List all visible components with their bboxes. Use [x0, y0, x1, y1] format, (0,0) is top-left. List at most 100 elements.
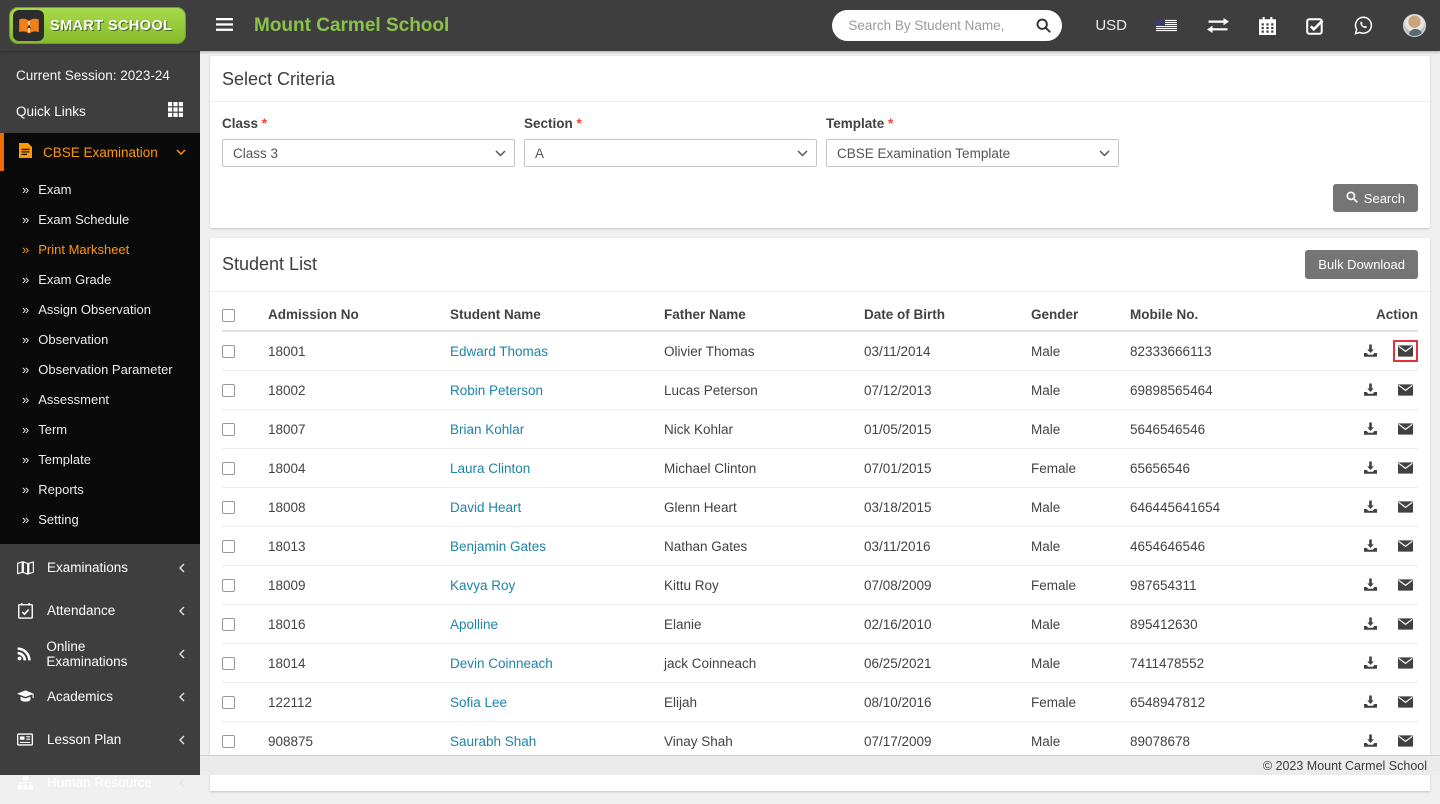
student-name-link[interactable]: Kavya Roy	[450, 578, 515, 593]
father-name-cell: jack Coinneach	[664, 644, 864, 683]
envelope-icon[interactable]	[1398, 579, 1413, 591]
row-checkbox[interactable]	[222, 540, 235, 553]
search-icon[interactable]	[1036, 18, 1051, 33]
row-checkbox[interactable]	[222, 618, 235, 631]
envelope-icon[interactable]	[1398, 462, 1413, 474]
modules-menu: Examinations Attendance Online Examina	[0, 544, 200, 804]
rss-icon	[16, 646, 33, 661]
col-admission-no: Admission No	[268, 299, 450, 331]
download-icon[interactable]	[1364, 422, 1377, 436]
envelope-icon[interactable]	[1398, 618, 1413, 630]
select-criteria-card: Select Criteria Class * Class 3	[210, 56, 1430, 228]
submenu-item-exam-grade[interactable]: » Exam Grade	[0, 264, 200, 294]
submenu-item-assessment[interactable]: » Assessment	[0, 384, 200, 414]
submenu-item-observation-parameter[interactable]: » Observation Parameter	[0, 354, 200, 384]
envelope-icon[interactable]	[1398, 540, 1413, 552]
submenu-item-label: Print Marksheet	[38, 242, 129, 257]
download-icon[interactable]	[1364, 734, 1377, 748]
download-icon[interactable]	[1364, 695, 1377, 709]
student-name-link[interactable]: Laura Clinton	[450, 461, 530, 476]
row-checkbox[interactable]	[222, 579, 235, 592]
student-name-link[interactable]: Robin Peterson	[450, 383, 543, 398]
download-icon[interactable]	[1364, 539, 1377, 553]
submenu-item-assign-observation[interactable]: » Assign Observation	[0, 294, 200, 324]
tasks-icon[interactable]	[1306, 17, 1324, 35]
quick-links[interactable]: Quick Links	[0, 83, 200, 133]
submenu-item-print-marksheet[interactable]: » Print Marksheet	[0, 234, 200, 264]
submenu-item-label: Assign Observation	[38, 302, 151, 317]
row-checkbox[interactable]	[222, 657, 235, 670]
row-checkbox[interactable]	[222, 501, 235, 514]
download-icon[interactable]	[1364, 461, 1377, 475]
row-checkbox[interactable]	[222, 735, 235, 748]
gender-cell: Male	[1031, 605, 1130, 644]
user-avatar[interactable]	[1403, 14, 1426, 37]
student-name-link[interactable]: Saurabh Shah	[450, 734, 536, 749]
submenu-item-template[interactable]: » Template	[0, 444, 200, 474]
student-name-link[interactable]: Brian Kohlar	[450, 422, 524, 437]
sidebar-module-attendance[interactable]: Attendance	[0, 589, 200, 632]
sidebar-module-examinations[interactable]: Examinations	[0, 546, 200, 589]
exchange-icon[interactable]	[1207, 18, 1229, 33]
submenu-item-setting[interactable]: » Setting	[0, 504, 200, 534]
table-row-18001: 18001 Edward Thomas Olivier Thomas 03/11…	[222, 331, 1418, 371]
download-icon[interactable]	[1364, 617, 1377, 631]
row-checkbox[interactable]	[222, 345, 235, 358]
double-angle-icon: »	[22, 483, 29, 496]
download-icon[interactable]	[1364, 344, 1377, 358]
chevron-left-icon	[179, 563, 185, 573]
select-all-checkbox[interactable]	[222, 309, 235, 322]
sidebar-module-lesson-plan[interactable]: Lesson Plan	[0, 718, 200, 761]
sidebar-item-cbse-examination[interactable]: CBSE Examination	[0, 133, 200, 171]
submenu-item-reports[interactable]: » Reports	[0, 474, 200, 504]
module-label: Academics	[47, 689, 113, 704]
language-flag-icon[interactable]	[1156, 19, 1177, 32]
download-icon[interactable]	[1364, 656, 1377, 670]
field-select-template[interactable]: CBSE Examination Template	[826, 139, 1119, 167]
submenu-item-term[interactable]: » Term	[0, 414, 200, 444]
submenu-item-label: Assessment	[38, 392, 109, 407]
student-name-link[interactable]: Devin Coinneach	[450, 656, 553, 671]
student-name-link[interactable]: Benjamin Gates	[450, 539, 546, 554]
submenu-item-exam[interactable]: » Exam	[0, 174, 200, 204]
envelope-highlight-box	[1393, 730, 1418, 752]
header-search[interactable]	[832, 10, 1062, 41]
bulk-download-button[interactable]: Bulk Download	[1305, 250, 1418, 279]
sidebar-module-academics[interactable]: Academics	[0, 675, 200, 718]
table-row-18016: 18016 Apolline Elanie 02/16/2010 Male 89…	[222, 605, 1418, 644]
envelope-icon[interactable]	[1398, 384, 1413, 396]
search-button[interactable]: Search	[1333, 184, 1418, 212]
download-icon[interactable]	[1364, 578, 1377, 592]
field-select-section[interactable]: A	[524, 139, 817, 167]
row-checkbox[interactable]	[222, 423, 235, 436]
student-name-link[interactable]: Sofia Lee	[450, 695, 507, 710]
submenu-item-exam-schedule[interactable]: » Exam Schedule	[0, 204, 200, 234]
field-select-class[interactable]: Class 3	[222, 139, 515, 167]
row-checkbox[interactable]	[222, 462, 235, 475]
envelope-icon[interactable]	[1398, 735, 1413, 747]
download-icon[interactable]	[1364, 500, 1377, 514]
student-name-link[interactable]: Apolline	[450, 617, 498, 632]
envelope-icon[interactable]	[1398, 501, 1413, 513]
row-checkbox[interactable]	[222, 696, 235, 709]
sidebar-module-human-resource[interactable]: Human Resource	[0, 761, 200, 804]
student-name-link[interactable]: Edward Thomas	[450, 344, 548, 359]
row-checkbox[interactable]	[222, 384, 235, 397]
father-name-cell: Olivier Thomas	[664, 331, 864, 371]
sitemap-icon	[16, 776, 34, 790]
logo[interactable]: SMART SCHOOL	[9, 7, 186, 44]
envelope-icon[interactable]	[1398, 345, 1413, 357]
required-asterisk: *	[577, 116, 582, 131]
currency-selector[interactable]: USD	[1095, 17, 1127, 34]
submenu-item-observation[interactable]: » Observation	[0, 324, 200, 354]
download-icon[interactable]	[1364, 383, 1377, 397]
envelope-icon[interactable]	[1398, 657, 1413, 669]
whatsapp-icon[interactable]	[1354, 16, 1373, 35]
envelope-icon[interactable]	[1398, 696, 1413, 708]
envelope-icon[interactable]	[1398, 423, 1413, 435]
search-input[interactable]	[846, 17, 1036, 34]
sidebar-module-online-examinations[interactable]: Online Examinations	[0, 632, 200, 675]
hamburger-menu-button[interactable]	[212, 14, 237, 38]
student-name-link[interactable]: David Heart	[450, 500, 521, 515]
calendar-icon[interactable]	[1259, 17, 1276, 35]
